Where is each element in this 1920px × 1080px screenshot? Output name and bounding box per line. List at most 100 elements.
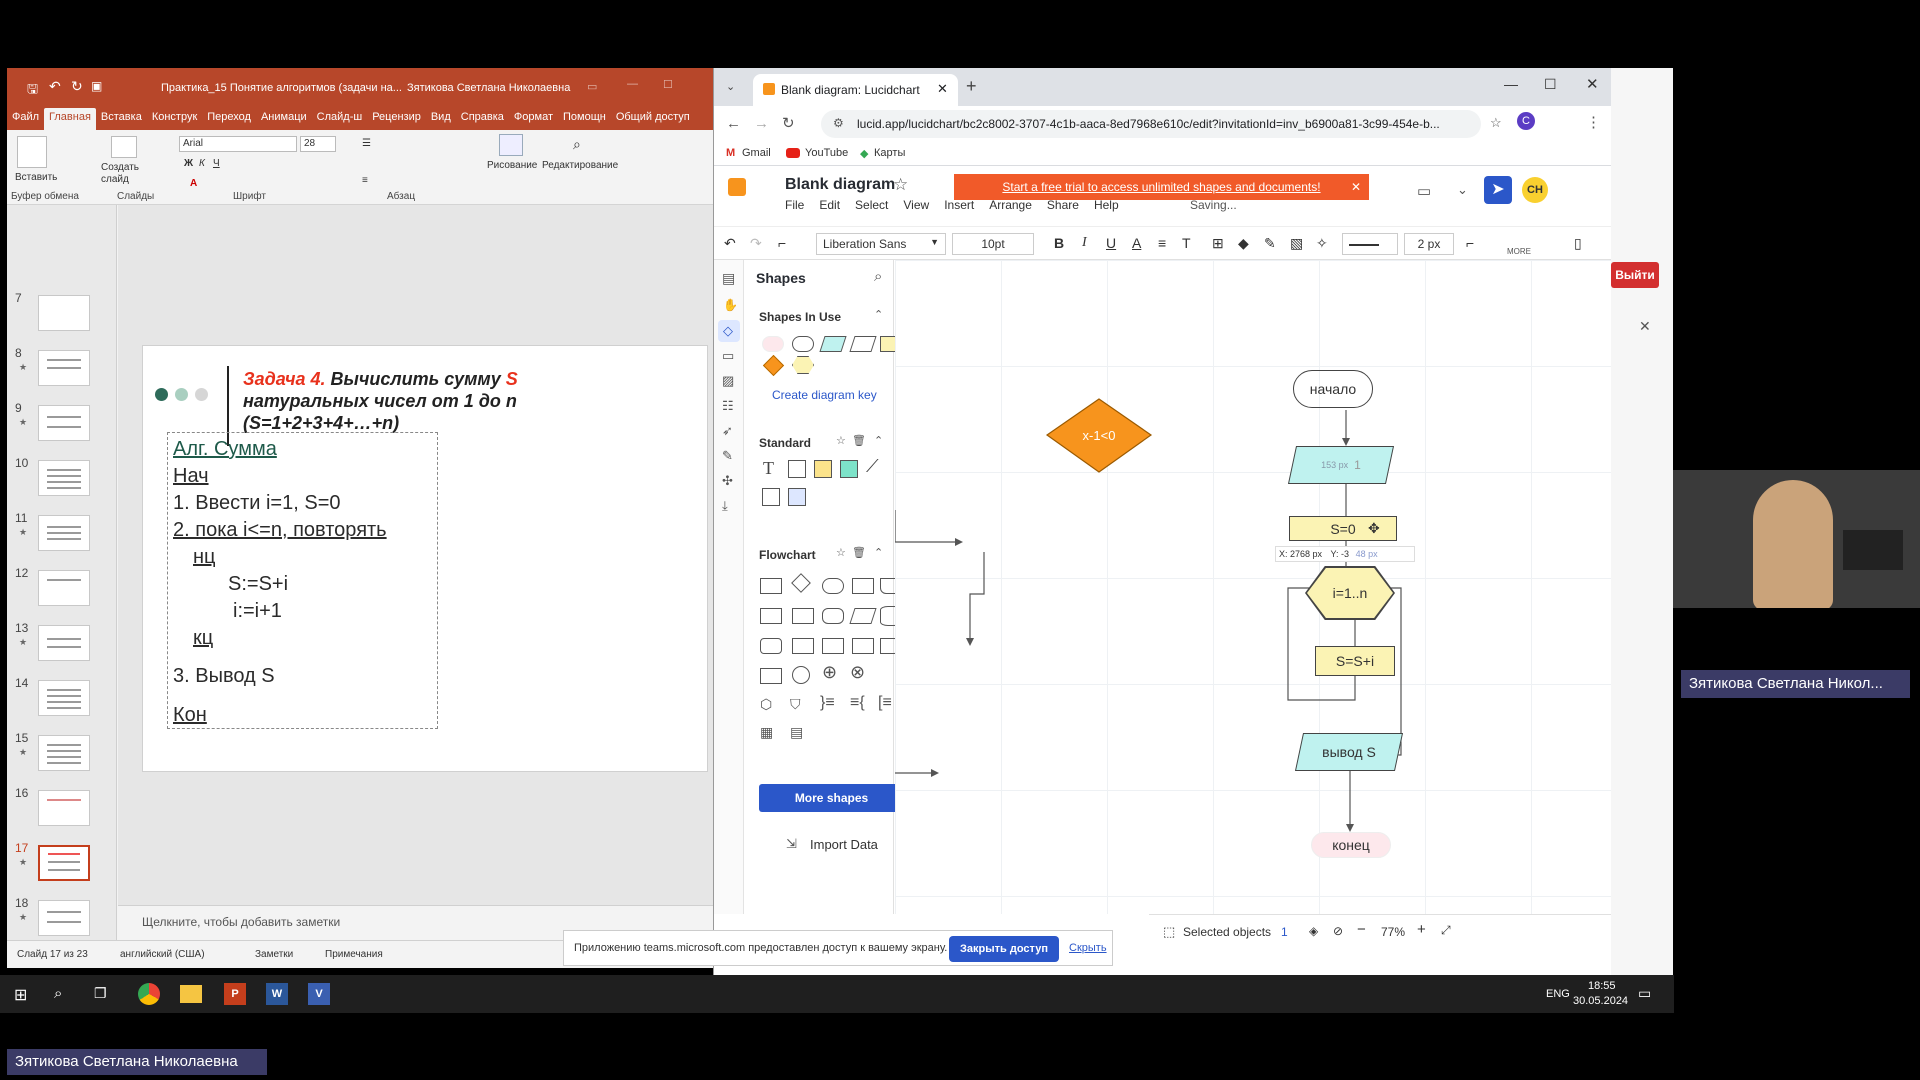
windows-start-icon[interactable]: ⊞: [14, 985, 27, 1005]
flowchart-bracket[interactable]: [≡: [878, 694, 892, 712]
flowchart-data[interactable]: [849, 608, 877, 624]
maximize-icon[interactable]: ☐: [663, 78, 673, 91]
tab-slideshow[interactable]: Слайд-ш: [312, 108, 368, 130]
bookmark-youtube[interactable]: YouTube: [805, 147, 848, 159]
flowchart-process[interactable]: [760, 578, 782, 594]
flowchart-connector[interactable]: [792, 666, 810, 684]
close-icon[interactable]: ✕: [1639, 318, 1651, 335]
hide-notice-link[interactable]: Скрыть: [1069, 942, 1107, 954]
tab-share[interactable]: Общий доступ: [611, 108, 695, 130]
close-tab-icon[interactable]: ✕: [937, 81, 948, 97]
drawing-icon[interactable]: [499, 134, 523, 156]
bullets-icon[interactable]: ☰: [362, 138, 371, 149]
flowchart-brace[interactable]: }≡: [820, 694, 835, 712]
line-endpoint-icon[interactable]: ⌐: [1466, 235, 1474, 251]
create-diagram-key-link[interactable]: Create diagram key: [772, 388, 877, 402]
flowchart-multi-doc[interactable]: [760, 608, 782, 624]
flowchart-display[interactable]: ⬡: [760, 696, 772, 713]
end-terminator[interactable]: конец: [1311, 832, 1391, 858]
language-status[interactable]: английский (США): [120, 949, 205, 960]
tab-file[interactable]: Файл: [7, 108, 44, 130]
line-style-select[interactable]: [1342, 233, 1398, 255]
shapes-icon[interactable]: ◇: [723, 323, 733, 339]
close-window-icon[interactable]: ✕: [1586, 75, 1599, 93]
reload-icon[interactable]: ↻: [782, 114, 795, 132]
address-bar[interactable]: ⚙ lucid.app/lucidchart/bc2c8002-3707-4c1…: [821, 110, 1481, 138]
font-name-box[interactable]: Arial: [179, 136, 297, 152]
tab-home[interactable]: Главная: [44, 108, 96, 130]
thumb-slide[interactable]: 9 ★: [7, 401, 107, 451]
rocket-icon[interactable]: ➶: [722, 423, 733, 439]
comments-icon[interactable]: ▭: [1417, 182, 1431, 200]
chevron-up-icon[interactable]: ⌃: [874, 308, 883, 321]
flowchart-manual[interactable]: [792, 608, 814, 624]
chevron-up-icon[interactable]: ⌃: [874, 434, 883, 447]
image-library-icon[interactable]: ▨: [722, 373, 734, 389]
flowchart-grid[interactable]: ▦: [760, 724, 773, 741]
accessibility-icon[interactable]: ⊘: [1333, 924, 1343, 938]
bookmark-maps[interactable]: Карты: [874, 147, 905, 159]
paste-button[interactable]: Вставить: [15, 172, 57, 183]
thumb-slide[interactable]: 13 ★: [7, 621, 107, 671]
italic-button[interactable]: I: [1082, 235, 1087, 251]
zoom-level[interactable]: 77%: [1381, 925, 1405, 939]
search-icon[interactable]: ⌕: [54, 985, 62, 1002]
drawing-button[interactable]: Рисование: [487, 160, 537, 171]
search-icon[interactable]: ⌕: [874, 268, 882, 285]
shape-oval[interactable]: [792, 336, 814, 352]
notes-toggle[interactable]: Заметки: [255, 949, 293, 960]
flowchart-preparation[interactable]: [822, 608, 844, 624]
present-icon[interactable]: ▣: [91, 79, 102, 93]
flowchart-manual-op[interactable]: [852, 638, 874, 654]
text-options-icon[interactable]: T: [1182, 235, 1191, 251]
flowchart-tape[interactable]: [822, 638, 844, 654]
chrome-menu-icon[interactable]: ⋮: [1586, 113, 1601, 131]
line-width-select[interactable]: 2 px: [1404, 233, 1454, 255]
decision-diamond[interactable]: x-1<0: [1045, 397, 1153, 474]
start-terminator[interactable]: начало: [1293, 370, 1373, 408]
magic-icon[interactable]: ✧: [1316, 235, 1328, 252]
underline-button[interactable]: Ч: [213, 158, 220, 169]
zoom-out-icon[interactable]: −: [1357, 921, 1366, 938]
menu-select[interactable]: Select: [855, 198, 888, 212]
thumb-slide[interactable]: 14: [7, 676, 107, 726]
more-shapes-button[interactable]: More shapes: [759, 784, 904, 812]
star-icon[interactable]: ☆: [836, 546, 846, 559]
font-size-box[interactable]: 28: [300, 136, 336, 152]
thumb-slide[interactable]: 7: [7, 291, 107, 341]
flowchart-table[interactable]: ▤: [790, 724, 803, 741]
shape-text[interactable]: T: [763, 458, 774, 479]
shape-rectangle[interactable]: [788, 460, 806, 478]
thumb-slide[interactable]: 16: [7, 786, 107, 836]
tab-insert[interactable]: Вставка: [96, 108, 147, 130]
chevron-down-icon[interactable]: ⌄: [1457, 182, 1468, 198]
undo-icon[interactable]: ↶: [724, 235, 736, 252]
hand-icon[interactable]: ✋: [723, 298, 738, 312]
favorite-star-icon[interactable]: ☆: [893, 175, 908, 195]
image-icon[interactable]: ▧: [1290, 235, 1303, 252]
zoom-in-icon[interactable]: +: [1417, 921, 1426, 938]
stop-sharing-button[interactable]: Закрыть доступ: [949, 936, 1059, 962]
app-taskbar-icon[interactable]: V: [308, 983, 330, 1005]
flowchart-summing[interactable]: ⊗: [850, 662, 865, 683]
flowchart-terminator[interactable]: [822, 578, 844, 594]
chevron-up-icon[interactable]: ⌃: [874, 546, 883, 559]
trash-icon[interactable]: 🗑: [852, 546, 866, 559]
site-info-icon[interactable]: ⚙: [833, 116, 844, 130]
minimize-icon[interactable]: —: [1504, 76, 1518, 92]
save-icon[interactable]: 🖫: [27, 80, 38, 102]
standard-heading[interactable]: Standard: [759, 436, 811, 450]
underline-button[interactable]: U: [1106, 235, 1116, 251]
thumb-slide[interactable]: 10: [7, 456, 107, 506]
tab-help[interactable]: Справка: [456, 108, 509, 130]
new-slide-button[interactable]: Создать слайд: [101, 162, 151, 186]
shape-action[interactable]: [840, 460, 858, 478]
shape-list[interactable]: [762, 488, 780, 506]
shape-hexagon[interactable]: [792, 356, 814, 374]
shape-terminator[interactable]: [762, 336, 784, 352]
trial-banner[interactable]: Start a free trial to access unlimited s…: [954, 174, 1369, 200]
shape-io-filled[interactable]: [819, 336, 847, 352]
flowchart-heading[interactable]: Flowchart: [759, 548, 816, 562]
profile-avatar[interactable]: C: [1517, 112, 1535, 130]
tab-review[interactable]: Рецензир: [367, 108, 426, 130]
